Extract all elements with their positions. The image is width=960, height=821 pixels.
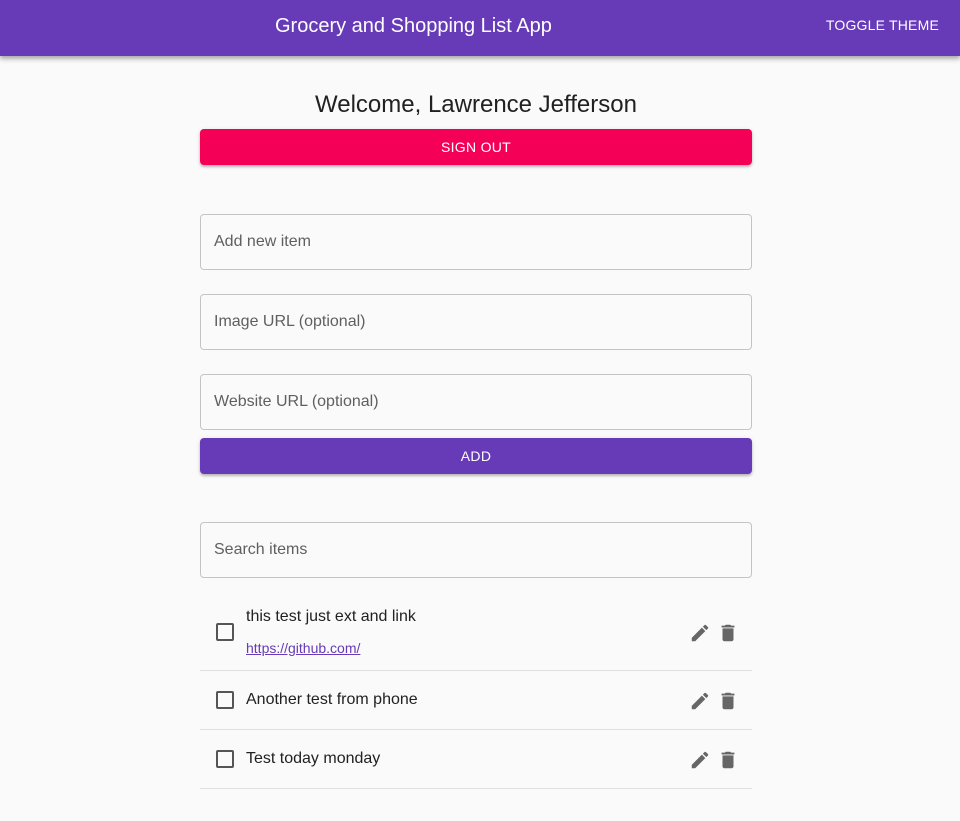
trash-icon[interactable] (716, 689, 740, 713)
search-input[interactable] (201, 523, 751, 577)
item-label: Test today monday (246, 750, 381, 767)
list-item: this test just ext and link https://gith… (200, 593, 752, 671)
app-title: Grocery and Shopping List App (275, 15, 552, 37)
website-url-field (200, 374, 752, 430)
trash-icon[interactable] (716, 621, 740, 645)
item-checkbox[interactable] (216, 691, 234, 709)
search-field (200, 522, 752, 578)
item-label: Another test from phone (246, 691, 418, 708)
list-item: Test today monday (200, 730, 752, 789)
trash-icon[interactable] (716, 748, 740, 772)
toggle-theme-button[interactable]: TOGGLE THEME (815, 10, 950, 40)
add-button[interactable]: ADD (200, 438, 752, 474)
item-label: this test just ext and link (246, 608, 416, 625)
sign-out-button[interactable]: SIGN OUT (200, 129, 752, 165)
image-url-field (200, 294, 752, 350)
item-checkbox[interactable] (216, 750, 234, 768)
app-bar: Grocery and Shopping List App TOGGLE THE… (0, 0, 960, 56)
new-item-input[interactable] (201, 215, 751, 269)
list-item: Another test from phone (200, 671, 752, 730)
pencil-icon[interactable] (688, 689, 712, 713)
pencil-icon[interactable] (688, 621, 712, 645)
welcome-heading: Welcome, Lawrence Jefferson (315, 91, 637, 118)
item-link[interactable]: https://github.com/ (246, 640, 360, 656)
pencil-icon[interactable] (688, 748, 712, 772)
item-checkbox[interactable] (216, 623, 234, 641)
image-url-input[interactable] (201, 295, 751, 349)
new-item-field (200, 214, 752, 270)
website-url-input[interactable] (201, 375, 751, 429)
shopping-list: this test just ext and link https://gith… (200, 593, 752, 789)
